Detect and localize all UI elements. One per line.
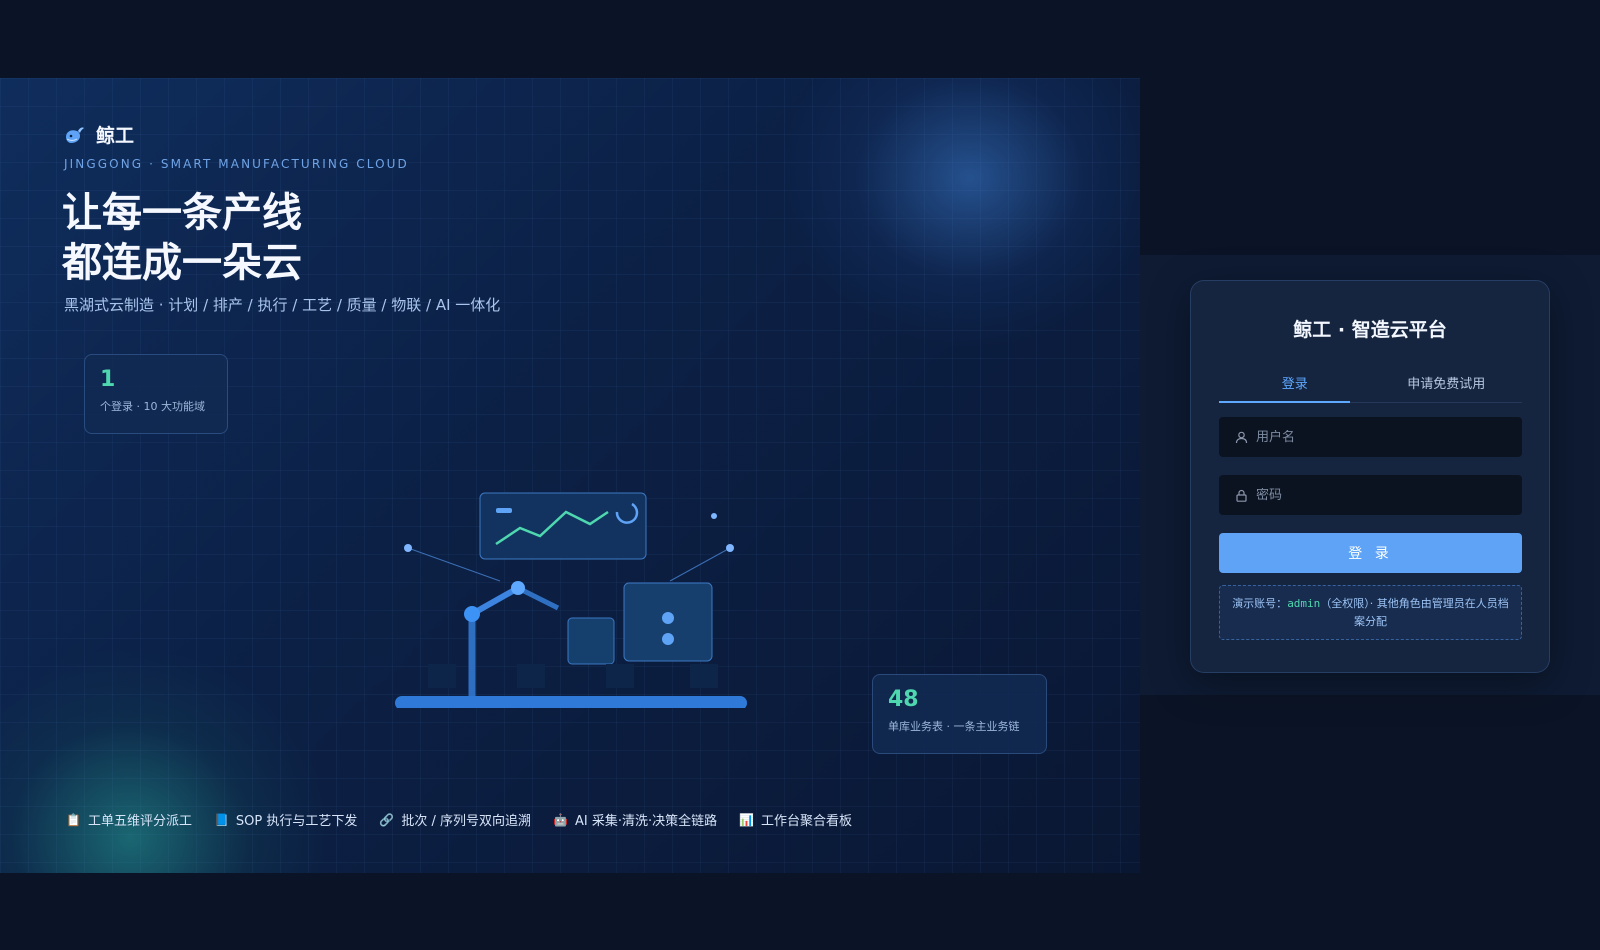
login-title: 鲸工 · 智造云平台: [1293, 319, 1447, 341]
link-icon: 🔗: [379, 812, 395, 827]
stat-card-logins: 1 个登录 · 10 大功能域: [84, 354, 228, 434]
hero-tagline: 黑湖式云制造 · 计划 / 排产 / 执行 / 工艺 / 质量 / 物联 / A…: [64, 296, 501, 314]
feature-label: SOP 执行与工艺下发: [235, 814, 358, 829]
factory-illustration: [395, 492, 747, 708]
feature-item: 🤖 AI 采集·清洗·决策全链路: [553, 810, 718, 830]
stat-value: 48: [888, 687, 919, 712]
feature-item: 🔗 批次 / 序列号双向追溯: [379, 810, 531, 830]
tab-login[interactable]: 登录: [1219, 371, 1371, 403]
feature-item: 📘 SOP 执行与工艺下发: [213, 810, 358, 830]
login-tabs: 登录 申请免费试用: [1219, 371, 1522, 403]
headline-line-2: 都连成一朵云: [62, 240, 302, 286]
user-icon: [1235, 431, 1248, 443]
demo-prefix: 演示账号：: [1232, 597, 1288, 610]
login-card: 鲸工 · 智造云平台 登录 申请免费试用 登 录 演示账号：admin（全权限）…: [1190, 280, 1550, 673]
hero-headline: 让每一条产线 都连成一朵云: [62, 188, 302, 288]
whale-logo-icon: [66, 126, 84, 143]
headline-line-1: 让每一条产线: [62, 190, 302, 236]
tab-free-trial[interactable]: 申请免费试用: [1371, 371, 1523, 402]
brand-subtitle: JINGGONG · SMART MANUFACTURING CLOUD: [64, 157, 409, 171]
password-input[interactable]: [1256, 487, 1496, 503]
username-input[interactable]: [1256, 429, 1496, 445]
feature-label: 工作台聚合看板: [761, 814, 853, 829]
stat-value: 1: [100, 367, 116, 392]
feature-label: 批次 / 序列号双向追溯: [401, 814, 531, 829]
stat-label: 个登录 · 10 大功能域: [100, 400, 205, 413]
clipboard-icon: 📋: [66, 812, 81, 827]
feature-label: 工单五维评分派工: [87, 814, 192, 829]
stat-card-tables: 48 单库业务表 · 一条主业务链: [872, 674, 1047, 754]
chart-icon: 📊: [739, 812, 755, 827]
lock-icon: [1236, 489, 1247, 502]
hero-panel: 鲸工 JINGGONG · SMART MANUFACTURING CLOUD …: [0, 78, 1140, 873]
username-field[interactable]: [1219, 417, 1522, 457]
password-field[interactable]: [1219, 475, 1522, 515]
login-button[interactable]: 登 录: [1219, 533, 1522, 573]
demo-suffix: （全权限）· 其他角色由管理员在人员档案分配: [1320, 597, 1509, 628]
brand-name: 鲸工: [96, 125, 135, 147]
robot-icon: 🤖: [553, 812, 568, 827]
feature-label: AI 采集·清洗·决策全链路: [574, 814, 718, 829]
demo-account-note: 演示账号：admin（全权限）· 其他角色由管理员在人员档案分配: [1219, 585, 1522, 640]
stat-label: 单库业务表 · 一条主业务链: [888, 720, 1020, 733]
feature-item: 📊 工作台聚合看板: [739, 810, 853, 830]
brand: 鲸工: [64, 121, 134, 148]
feature-item: 📋 工单五维评分派工: [66, 810, 192, 830]
feature-list: 📋 工单五维评分派工 📘 SOP 执行与工艺下发 🔗 批次 / 序列号双向追溯 …: [66, 810, 853, 830]
demo-account: admin: [1287, 597, 1321, 610]
book-icon: 📘: [213, 812, 229, 827]
